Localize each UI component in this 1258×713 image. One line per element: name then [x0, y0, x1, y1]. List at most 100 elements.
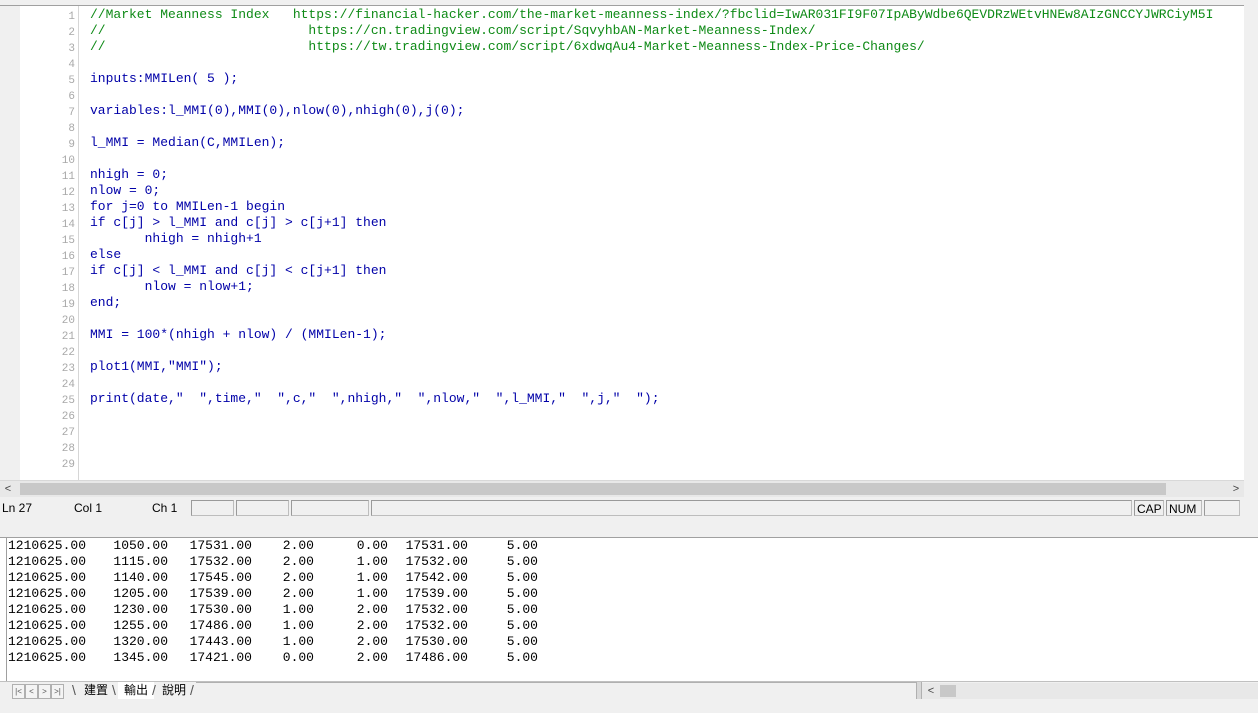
editor-margin: [0, 6, 20, 480]
output-value: 2.00: [356, 634, 388, 649]
output-value: 17421.00: [189, 650, 252, 665]
output-value: 5.00: [506, 618, 538, 633]
output-value: 1210625.00: [8, 586, 87, 601]
line-number: 17: [61, 267, 75, 279]
output-value: 17532.00: [405, 618, 468, 633]
status-line: Ln 27: [2, 501, 33, 515]
line-number: 2: [68, 27, 75, 39]
tab-help[interactable]: 說明: [156, 682, 192, 699]
last-tab-icon[interactable]: >|: [51, 684, 64, 699]
output-value: 5.00: [506, 554, 538, 569]
output-value: 1210625.00: [8, 570, 87, 585]
code-text-area[interactable]: //Market Meanness Index https://financia…: [90, 6, 1238, 480]
status-column: Col 1: [74, 501, 103, 515]
output-value: 2.00: [282, 586, 314, 601]
code-line[interactable]: nlow = 0;: [90, 183, 160, 199]
code-line[interactable]: else: [90, 247, 121, 263]
output-value: 1205.00: [113, 586, 168, 601]
code-comment-line[interactable]: // https://tw.tradingview.com/script/6xd…: [90, 39, 925, 55]
status-panel-3: [291, 500, 369, 516]
code-editor[interactable]: 1 2 3 4 5 6 7 8 9 10 11 12 13 14 15 16 17 18 19 20 21 22 23 24 2…: [0, 0, 1245, 480]
output-value: 1.00: [282, 602, 314, 617]
output-value: 2.00: [356, 602, 388, 617]
status-bar: Ln 27 Col 1 Ch 1 CAP NUM: [0, 497, 1244, 519]
code-line[interactable]: variables:l_MMI(0),MMI(0),nlow(0),nhigh(…: [90, 103, 464, 119]
output-value: 1050.00: [113, 538, 168, 553]
code-line[interactable]: MMI = 100*(nhigh + nlow) / (MMILen-1);: [90, 327, 386, 343]
code-line[interactable]: nlow = nlow+1;: [90, 279, 254, 295]
line-number: 1: [68, 11, 75, 23]
line-number: 27: [61, 427, 75, 439]
output-value: 1210625.00: [8, 650, 87, 665]
line-number: 18: [61, 283, 75, 295]
line-number: 6: [68, 91, 75, 103]
line-number: 25: [61, 395, 75, 407]
status-char: Ch 1: [152, 501, 178, 515]
output-value: 1210625.00: [8, 634, 87, 649]
line-number: 20: [61, 315, 75, 327]
code-comment-line[interactable]: //Market Meanness Index https://financia…: [90, 7, 1213, 23]
output-value: 1210625.00: [8, 602, 87, 617]
status-panel-1: [191, 500, 234, 516]
output-value: 1230.00: [113, 602, 168, 617]
line-number: 22: [61, 347, 75, 359]
code-line[interactable]: plot1(MMI,"MMI");: [90, 359, 223, 375]
tab-build[interactable]: 建置: [78, 682, 114, 699]
line-number: 12: [61, 187, 75, 199]
line-number: 7: [68, 107, 75, 119]
code-line[interactable]: print(date," ",time," ",c," ",nhigh," ",…: [90, 391, 660, 407]
output-value: 0.00: [356, 538, 388, 553]
output-value: 1.00: [282, 618, 314, 633]
scroll-left-arrow-icon[interactable]: <: [924, 683, 938, 699]
code-line[interactable]: if c[j] < l_MMI and c[j] < c[j+1] then: [90, 263, 386, 279]
output-value: 1320.00: [113, 634, 168, 649]
code-comment-line[interactable]: // https://cn.tradingview.com/script/Sqv…: [90, 23, 816, 39]
output-value: 17545.00: [189, 570, 252, 585]
output-value: 5.00: [506, 650, 538, 665]
output-pane[interactable]: 1210625.00 1050.00 17531.00 2.00 0.00 17531.0…: [0, 538, 1258, 681]
scroll-left-arrow-icon[interactable]: <: [0, 481, 16, 497]
output-value: 1210625.00: [8, 538, 87, 553]
output-value: 0.00: [282, 650, 314, 665]
line-number: 3: [68, 43, 75, 55]
code-line[interactable]: l_MMI = Median(C,MMILen);: [90, 135, 285, 151]
output-horizontal-scrollbar[interactable]: <: [922, 683, 1258, 699]
scrollbar-thumb[interactable]: [20, 483, 1166, 495]
output-value: 1210625.00: [8, 618, 87, 633]
scrollbar-thumb[interactable]: [940, 685, 956, 697]
output-value: 17531.00: [189, 538, 252, 553]
next-tab-icon[interactable]: >: [38, 684, 51, 699]
pane-splitter[interactable]: [0, 524, 1258, 538]
scroll-right-arrow-icon[interactable]: >: [1228, 481, 1244, 497]
output-value: 1.00: [356, 570, 388, 585]
code-line[interactable]: for j=0 to MMILen-1 begin: [90, 199, 285, 215]
first-tab-icon[interactable]: |<: [12, 684, 25, 699]
status-panel-message: [371, 500, 1132, 516]
code-line[interactable]: inputs:MMILen( 5 );: [90, 71, 238, 87]
editor-horizontal-scrollbar[interactable]: < >: [0, 480, 1244, 497]
tab-output[interactable]: 輸出: [118, 682, 155, 699]
output-value: 2.00: [356, 650, 388, 665]
line-number: 21: [61, 331, 75, 343]
output-value: 17532.00: [189, 554, 252, 569]
output-value: 2.00: [356, 618, 388, 633]
line-number: 26: [61, 411, 75, 423]
output-value: 1140.00: [113, 570, 168, 585]
output-value: 1115.00: [113, 554, 168, 569]
status-panel-last: [1204, 500, 1240, 516]
output-value: 1345.00: [113, 650, 168, 665]
code-line[interactable]: nhigh = nhigh+1: [90, 231, 262, 247]
code-line[interactable]: nhigh = 0;: [90, 167, 168, 183]
line-number: 23: [61, 363, 75, 375]
line-number: 11: [61, 171, 75, 183]
code-line[interactable]: end;: [90, 295, 121, 311]
output-left-border: [0, 538, 7, 681]
previous-tab-icon[interactable]: <: [25, 684, 38, 699]
status-num-lock: NUM: [1166, 500, 1202, 516]
line-number: 4: [68, 59, 75, 71]
line-number: 5: [68, 75, 75, 87]
output-value: 17443.00: [189, 634, 252, 649]
output-value: 17530.00: [189, 602, 252, 617]
line-number: 8: [68, 123, 75, 135]
code-line[interactable]: if c[j] > l_MMI and c[j] > c[j+1] then: [90, 215, 386, 231]
